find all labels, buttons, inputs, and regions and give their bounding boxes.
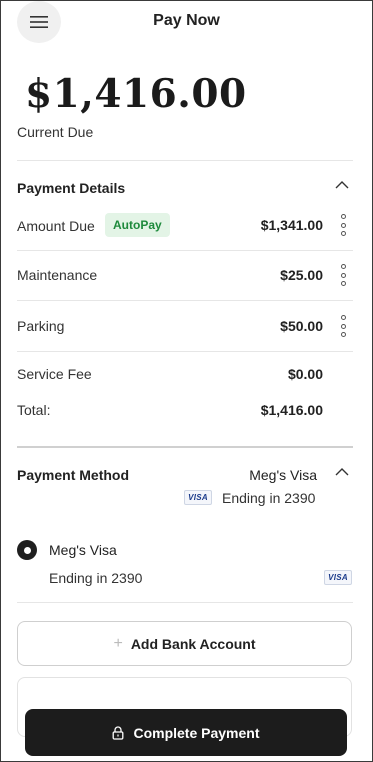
more-options-icon[interactable] — [338, 214, 348, 236]
add-bank-account-label: Add Bank Account — [130, 635, 256, 652]
service-fee-label: Service Fee — [17, 366, 92, 382]
visa-icon: VISA — [324, 570, 352, 585]
more-options-icon[interactable] — [338, 315, 348, 337]
page-title: Pay Now — [153, 12, 220, 29]
amount-due-value: $1,341.00 — [260, 217, 323, 233]
total-value: $1,416.00 — [260, 402, 323, 418]
payment-method-title: Payment Method — [17, 467, 130, 483]
parking-value: $50.00 — [280, 318, 323, 334]
divider — [17, 250, 353, 251]
divider — [17, 602, 353, 603]
payment-details-title: Payment Details — [17, 180, 126, 196]
card-option-ending: Ending in 2390 — [49, 570, 143, 586]
divider — [17, 300, 353, 301]
maintenance-value: $25.00 — [280, 267, 323, 283]
divider — [17, 446, 353, 448]
visa-icon: VISA — [184, 490, 212, 505]
add-bank-account-button[interactable]: + Add Bank Account — [17, 621, 352, 666]
lock-icon — [113, 725, 124, 740]
selected-method-ending: Ending in 2390 — [222, 490, 316, 506]
parking-label: Parking — [17, 318, 65, 334]
selected-method-name: Meg's Visa — [249, 467, 317, 483]
complete-payment-label: Complete Payment — [133, 724, 260, 741]
more-options-icon[interactable] — [338, 264, 348, 286]
divider — [17, 351, 353, 352]
chevron-up-icon[interactable] — [334, 467, 350, 477]
complete-payment-button[interactable]: Complete Payment — [25, 709, 347, 756]
chevron-up-icon[interactable] — [334, 180, 350, 190]
card-radio-selected[interactable] — [17, 540, 37, 560]
autopay-badge: AutoPay — [105, 213, 170, 237]
total-label: Total: — [17, 402, 51, 418]
service-fee-value: $0.00 — [287, 366, 323, 382]
divider — [17, 160, 353, 161]
amount-due-label: Amount Due — [17, 218, 95, 234]
maintenance-label: Maintenance — [17, 267, 98, 283]
current-due-amount: $1,416.00 — [25, 71, 247, 117]
card-option-name[interactable]: Meg's Visa — [49, 542, 117, 558]
current-due-label: Current Due — [17, 124, 94, 140]
plus-icon: + — [113, 634, 123, 652]
app-frame: Pay Now $1,416.00 Current Due Payment De… — [0, 0, 373, 762]
